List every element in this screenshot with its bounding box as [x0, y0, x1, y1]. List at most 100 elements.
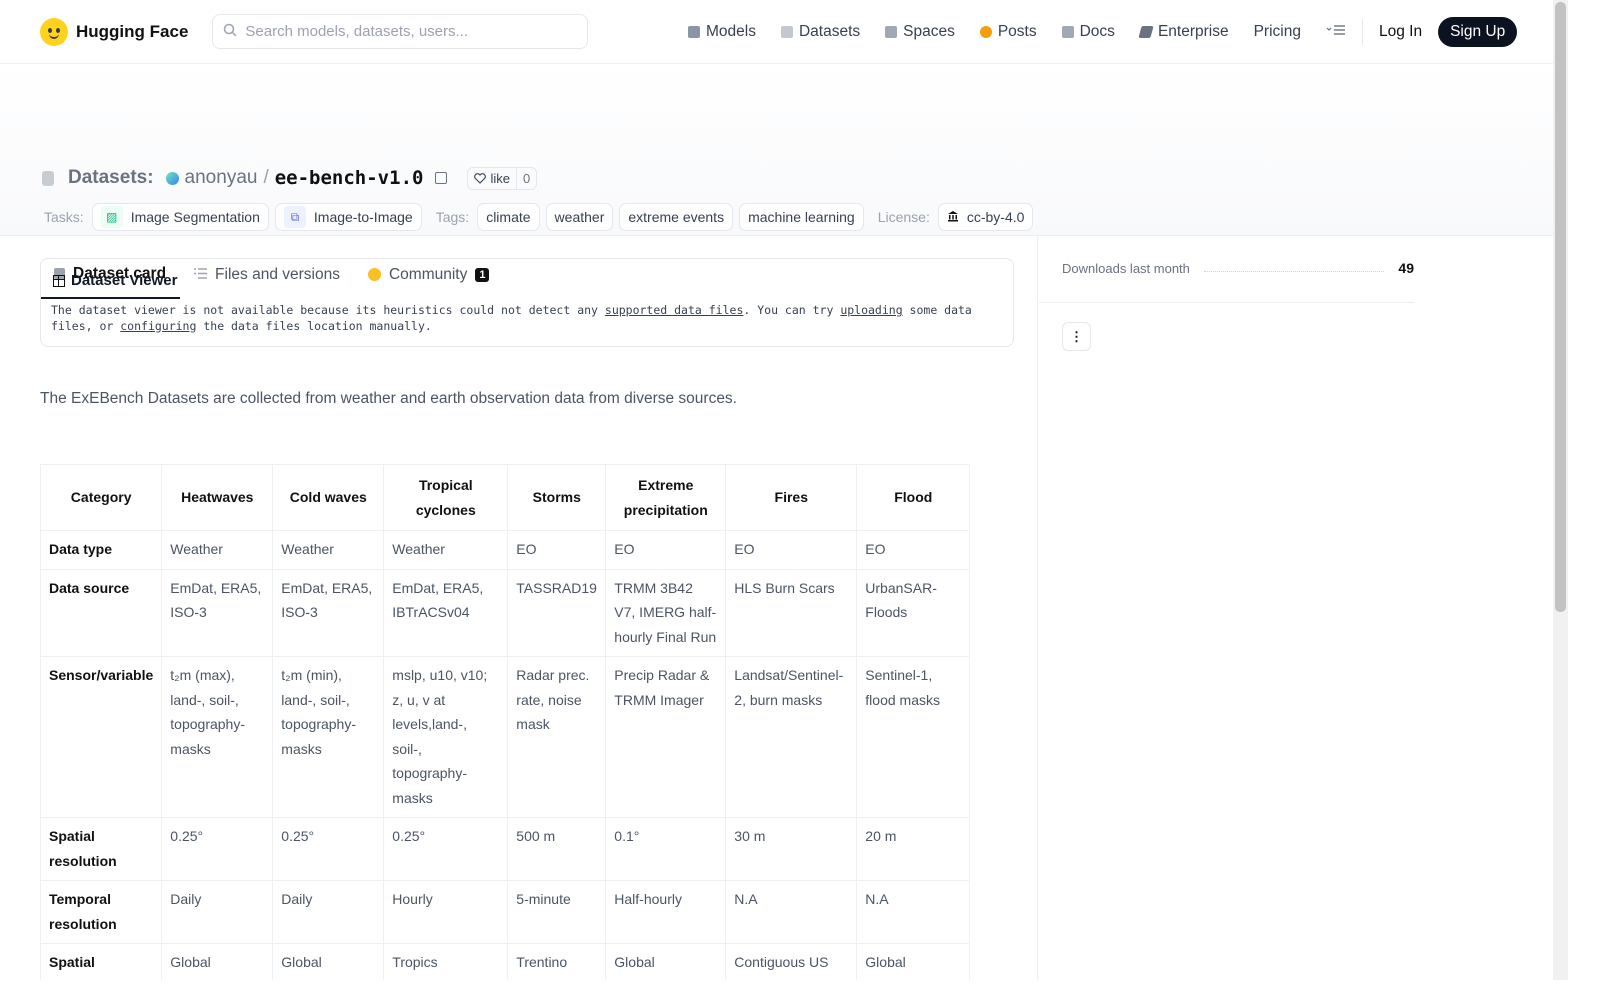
posts-icon — [979, 25, 992, 38]
downloads-value: 49 — [1398, 260, 1414, 276]
table-cell: 0.1° — [605, 817, 727, 881]
column-header: Heatwaves — [161, 464, 274, 531]
bank-icon — [947, 209, 959, 225]
downloads-label: Downloads last month — [1062, 260, 1190, 276]
nav-models-label: Models — [706, 22, 756, 40]
hugging-face-logo-icon — [40, 17, 68, 46]
repo-slash: / — [263, 167, 269, 188]
scrollbar-thumb[interactable] — [1555, 2, 1566, 612]
spaces-icon — [885, 25, 898, 38]
column-header: Fires — [725, 464, 858, 531]
enterprise-icon — [1138, 25, 1154, 38]
page: Hugging Face Models Datasets Spaces — [0, 0, 1568, 980]
search-box[interactable] — [212, 14, 589, 49]
table-body: Data type Weather Weather Weather EO EO EO EO Da… — [39, 530, 971, 980]
table-cell: EmDat, ERA5, IBTrACSv04 — [383, 568, 509, 657]
table-cell: Trentino South Tyrol — [507, 943, 607, 980]
table-cell: 0.25° — [161, 817, 274, 881]
nav-enterprise-link[interactable]: Enterprise — [1138, 23, 1229, 41]
table-cell: Tropics — [383, 943, 509, 980]
table-cell: Contiguous US — [725, 943, 858, 980]
table-cell: Global — [161, 943, 274, 980]
task-tag-image-to-image[interactable]: ⧉ Image-to-Image — [274, 203, 422, 231]
vertical-dots-icon: ⋮ — [1070, 328, 1083, 344]
column-header: Category — [39, 464, 163, 531]
supported-data-files-link[interactable]: supported data files — [605, 303, 743, 317]
tag-weather[interactable]: weather — [545, 203, 614, 231]
row-header: Spatial resolution — [39, 817, 163, 881]
login-link[interactable]: Log In — [1379, 23, 1422, 41]
table-cell: Half-hourly — [605, 880, 727, 944]
table-cell: 0.25° — [383, 817, 509, 881]
tag-extreme-events[interactable]: extreme events — [619, 203, 734, 231]
table-cell: Radar prec. rate, noise mask — [507, 656, 607, 818]
more-options-button[interactable]: ⋮ — [1062, 322, 1091, 351]
nav-docs-link[interactable]: Docs — [1061, 23, 1115, 41]
table-cell: Landsat/Sentinel-2, burn masks — [725, 656, 858, 818]
dotted-leader — [1203, 264, 1385, 272]
license-value: cc-by-4.0 — [966, 209, 1025, 225]
tags-row: Tasks: ▨ Image Segmentation ⧉ Image-to-I… — [44, 203, 1039, 231]
table-cell: t₂m (max), land-, soil-, topography-mask… — [161, 656, 274, 818]
docs-icon — [1061, 25, 1074, 38]
like-count: 0 — [515, 167, 536, 189]
tags-label: Tags: — [435, 209, 470, 225]
brand-link[interactable]: Hugging Face — [40, 17, 189, 46]
nav-posts-link[interactable]: Posts — [979, 23, 1037, 41]
table-cell: Global — [605, 943, 727, 980]
configuring-link[interactable]: configuring — [120, 319, 196, 333]
table-row: Temporal resolution Daily Daily Hourly 5-min… — [39, 880, 971, 944]
table-cell: t₂m (min), land-, soil-, topography-mask… — [272, 656, 385, 818]
table-cell: 20 m — [856, 817, 971, 881]
nav-links: Models Datasets Spaces Posts Docs Enterp… — [688, 14, 1518, 49]
table-cell: Weather — [161, 530, 274, 570]
intro-paragraph: The ExEBench Datasets are collected from… — [40, 390, 737, 407]
dataset-card-content: Dataset Viewer The dataset viewer is not… — [0, 236, 1038, 980]
nav-datasets-link[interactable]: Datasets — [780, 23, 860, 41]
column-header: Extreme precipitation — [605, 464, 727, 531]
dataset-viewer-message: The dataset viewer is not available beca… — [51, 303, 991, 334]
nav-spaces-link[interactable]: Spaces — [885, 23, 955, 41]
table-cell: 5-minute — [507, 880, 607, 944]
dataset-viewer-title: Dataset Viewer — [53, 272, 177, 289]
table-row: Data source EmDat, ERA5, ISO-3 EmDat, ERA5… — [39, 568, 971, 657]
table-header-row: Category Heatwaves Cold waves Tropical c… — [39, 464, 971, 531]
dataset-icon — [42, 170, 54, 186]
license-tag[interactable]: cc-by-4.0 — [937, 203, 1034, 231]
table-cell: EO — [605, 530, 727, 570]
repo-owner-link[interactable]: anonyau — [185, 167, 258, 189]
like-label: like — [490, 170, 510, 186]
page-scrollbar[interactable] — [1553, 0, 1568, 980]
more-menu-icon[interactable] — [1326, 24, 1346, 39]
nav-pricing-link[interactable]: Pricing — [1254, 23, 1301, 41]
brand-name: Hugging Face — [76, 21, 189, 41]
uploading-link[interactable]: uploading — [840, 303, 902, 317]
sidebar: Downloads last month 49 ⋮ — [1039, 236, 1551, 980]
license-label: License: — [877, 209, 930, 225]
like-button[interactable]: like 0 — [467, 166, 538, 190]
row-header: Sensor/variable — [39, 656, 163, 818]
tag-climate[interactable]: climate — [477, 203, 540, 231]
heart-icon — [474, 172, 487, 184]
tag-machine-learning[interactable]: machine learning — [739, 203, 864, 231]
column-header: Cold waves — [272, 464, 385, 531]
table-cell: Daily — [272, 880, 385, 944]
table-cell: EO — [725, 530, 858, 570]
sidebar-divider — [1039, 302, 1414, 303]
nav-divider — [1361, 18, 1363, 45]
column-header: Tropical cyclones — [383, 464, 509, 531]
copy-icon[interactable] — [435, 172, 448, 184]
table-cell: EO — [507, 530, 607, 570]
table-cell: N.A — [725, 880, 858, 944]
search-input[interactable] — [245, 23, 566, 40]
repo-name-link[interactable]: ee-bench-v1.0 — [275, 167, 424, 189]
table-cell: UrbanSAR-Floods — [856, 568, 971, 657]
viewer-text: the data files location manually. — [196, 318, 432, 333]
task-tag-image-segmentation[interactable]: ▨ Image Segmentation — [91, 203, 269, 231]
datasets-section-link[interactable]: Datasets: — [68, 167, 154, 189]
row-header: Spatial coverage — [39, 943, 163, 980]
nav-models-link[interactable]: Models — [688, 23, 756, 41]
table-cell: Sentinel-1, flood masks — [856, 656, 971, 818]
signup-button[interactable]: Sign Up — [1438, 16, 1518, 47]
dataset-summary-table: Category Heatwaves Cold waves Tropical c… — [39, 464, 971, 980]
